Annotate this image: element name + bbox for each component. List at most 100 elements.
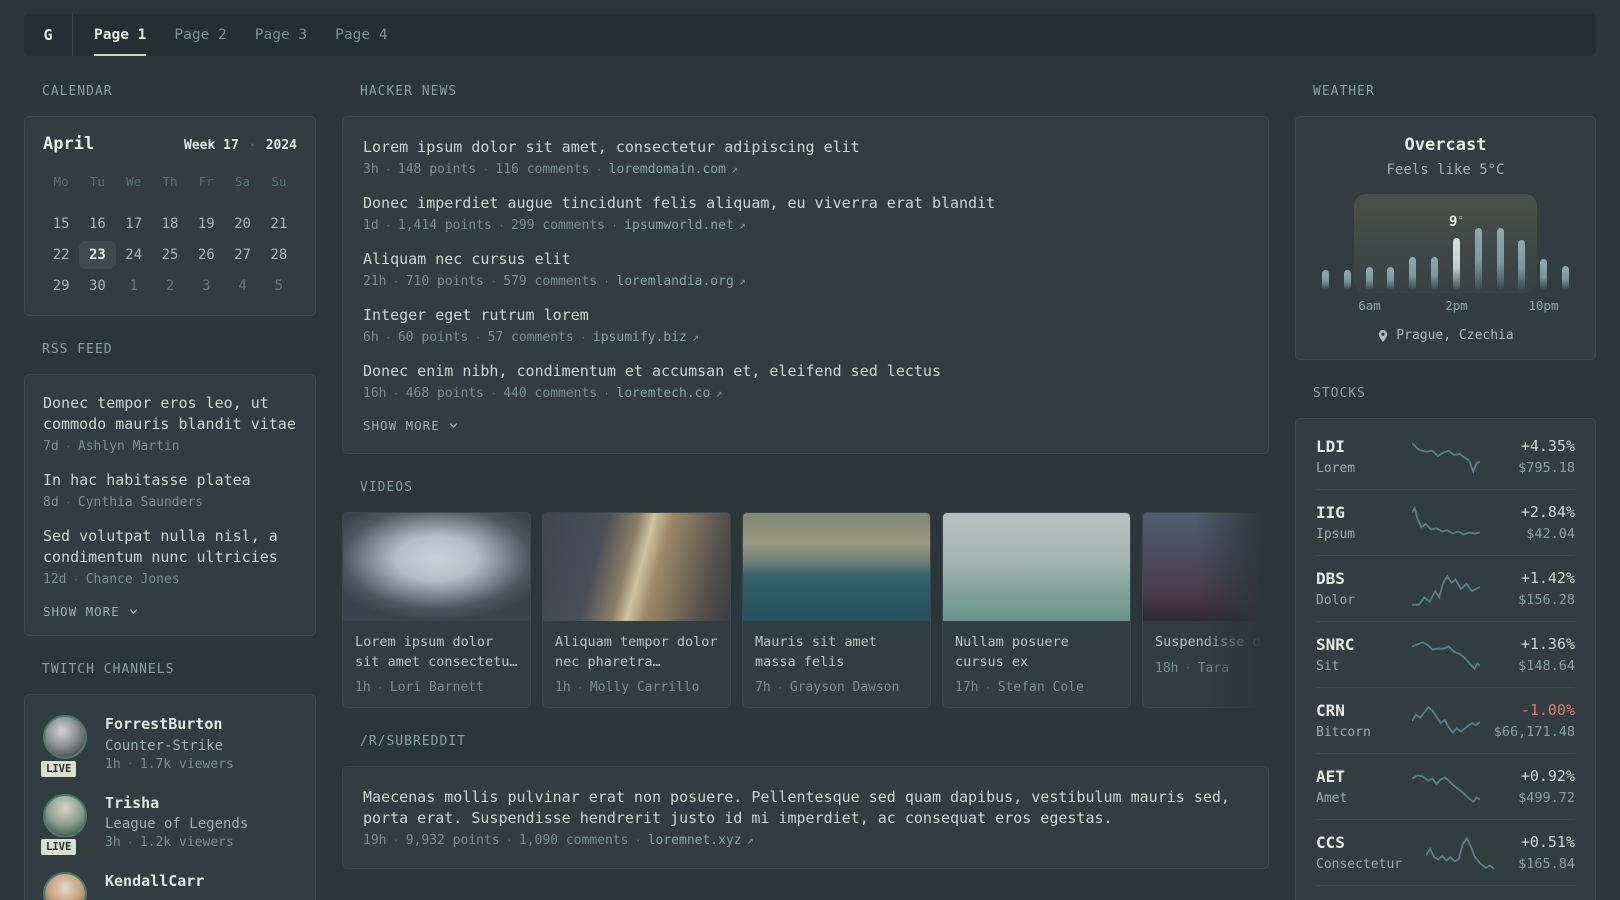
source-link[interactable]: loremlandia.org ↗ [616,274,746,289]
stock-row-iig[interactable]: IIG Ipsum +2.84% $42.04 [1316,489,1575,555]
stock-row-aet[interactable]: AET Amet +0.92% $499.72 [1316,753,1575,819]
separator: · [579,330,587,345]
rss-show-more-button[interactable]: SHOW MORE [43,604,297,619]
show-more-label: SHOW MORE [43,604,120,619]
post-time: 6h [363,330,379,345]
twitch-channel[interactable]: KendallCarr [43,872,297,900]
videos-row: Lorem ipsum dolor sit amet consectetu… 1h… [342,512,1269,709]
stocks-widget: LDI Lorem +4.35% $795.18 IIG Ipsum +2.84% $42.0… [1295,418,1596,900]
source-link[interactable]: loremtech.co ↗ [616,386,722,401]
source-link[interactable]: ipsumworld.net ↗ [624,218,746,233]
source-link[interactable]: ipsumify.biz ↗ [593,330,699,345]
stocks-section-title: STOCKS [1313,386,1366,401]
weather-chart: 9° [1322,194,1569,293]
tab-page-1[interactable]: Page 1 [94,14,147,56]
video-thumbnail[interactable] [1143,513,1269,621]
video-card-body: Aliquam tempor dolor nec pharetra… 1h · Mol… [543,621,730,707]
rss-item-title[interactable]: In hac habitasse platea [43,470,297,491]
video-title[interactable]: Mauris sit amet massa felis [755,633,918,672]
rss-item-title[interactable]: Sed volutpat nulla nisl, a condimentum n… [43,526,297,568]
video-title[interactable]: Nullam posuere cursus ex [955,633,1118,672]
video-thumbnail[interactable] [543,513,730,621]
hn-post-title[interactable]: Integer eget rutrum lorem [363,305,1248,326]
weather-bar [1561,266,1569,290]
subreddit-list: Maecenas mollis pulvinar erat non posuer… [363,787,1248,848]
video-title[interactable]: Suspendisse diam [1155,633,1269,653]
stock-row-snrc[interactable]: SNRC Sit +1.36% $148.64 [1316,621,1575,687]
video-card: Nullam posuere cursus ex 17h · Stefan Cole [942,512,1131,709]
separator: · [1184,661,1192,676]
video-thumbnail[interactable] [743,513,930,621]
hn-post-title[interactable]: Donec enim nibh, condimentum et accumsan… [363,361,1248,382]
hn-post-title[interactable]: Lorem ipsum dolor sit amet, consectetur … [363,137,1248,158]
post-time: 1d [363,218,379,233]
calendar-day: 17 [125,216,143,232]
item-meta: 1h · Molly Carrillo [555,680,718,695]
stock-row-ahs[interactable]: AHS+0.46% [1316,885,1575,900]
stock-sparkline [1412,768,1480,806]
rss-item-title[interactable]: Donec tempor eros leo, ut commodo mauris… [43,393,297,435]
weekday-label: Fr [198,174,214,189]
stock-price: $42.04 [1526,525,1575,542]
calendar-day: 20 [234,216,251,232]
stock-change: +1.42% [1520,569,1575,588]
tab-page-2[interactable]: Page 2 [174,14,226,56]
source-domain: ipsumify.biz [592,330,687,345]
weather-section-title: WEATHER [1313,84,1375,99]
trisha-avatar-image [43,793,87,838]
current-temp-label: 9° [1448,214,1465,230]
stock-change: +4.35% [1520,437,1575,456]
left-column: CALENDAR April Week 17 · 2024 Mo Tu We Th Fr… [24,84,316,900]
hn-post-title[interactable]: Donec imperdiet augue tincidunt felis al… [363,193,1248,214]
stock-name: Bitcorn [1316,725,1371,740]
sparkline-path [1412,707,1480,732]
avatar: LIVE [39,793,89,857]
tab-page-4[interactable]: Page 4 [335,14,387,56]
weather-bar [1365,267,1373,290]
weather-bar [1409,257,1417,290]
video-thumbnail[interactable] [343,513,530,621]
subreddit-post: Maecenas mollis pulvinar erat non posuer… [363,787,1248,848]
source-link[interactable]: loremdomain.com ↗ [609,162,739,177]
item-meta: 19h · 9,932 points · 1,090 comments · loremnet… [363,833,1248,848]
source-link[interactable]: loremnet.xyz ↗ [648,833,754,848]
calendar-days: 15 16 17 18 19 20 21 22 23 24 25 26 27 28 29 30 1 2 3 4 5 [43,210,297,300]
hn-post-title[interactable]: Aliquam nec cursus elit [363,249,1248,270]
stock-row-ldi[interactable]: LDI Lorem +4.35% $795.18 [1316,424,1575,489]
video-title[interactable]: Aliquam tempor dolor nec pharetra… [555,633,718,672]
calendar-day: 19 [197,216,215,232]
tab-page-3[interactable]: Page 3 [255,14,307,56]
video-thumbnail[interactable] [943,513,1130,621]
stock-values: +2.84% $42.04 [1480,503,1575,542]
separator: · [610,218,619,233]
weather-bar [1496,228,1504,290]
stock-identity: CCS Consectetur [1316,833,1426,872]
channel-category: Counter-Strike [105,737,224,754]
hacker-news-show-more-button[interactable]: SHOW MORE [363,418,1248,433]
stock-symbol: SNRC [1316,635,1355,654]
channel-name: ForrestBurton [105,715,223,733]
app-logo[interactable]: G [24,14,72,56]
sparkline-path [1412,775,1480,801]
item-meta: 17h · Stefan Cole [955,680,1118,695]
twitch-channel[interactable]: LIVE Trisha League of Legends 3h · 1.2k viewe… [39,793,297,857]
calendar-week-info: Week 17 · 2024 [184,138,297,153]
twitch-section-title: TWITCH CHANNELS [42,662,175,677]
video-title[interactable]: Lorem ipsum dolor sit amet consectetu… [355,633,518,672]
external-link-icon: ↗ [715,386,723,400]
channel-name: KendallCarr [105,872,205,890]
hacker-news-list: Lorem ipsum dolor sit amet, consectetur … [363,137,1248,401]
twitch-channel[interactable]: LIVE ForrestBurton Counter-Strike 1h · 1.7k v… [39,715,297,779]
separator: · [392,833,400,848]
separator: · [634,833,642,848]
twitch-widget: LIVE ForrestBurton Counter-Strike 1h · 1.7k v… [24,694,316,900]
subreddit-post-title[interactable]: Maecenas mollis pulvinar erat non posuer… [363,787,1248,829]
hacker-news-section: HACKER NEWS Lorem ipsum dolor sit amet, … [342,84,1269,454]
videos-carousel: Lorem ipsum dolor sit amet consectetu… 1h… [342,512,1269,709]
item-meta: 16h · 468 points · 440 comments · loremtech.co… [363,386,1248,401]
stock-row-ccs[interactable]: CCS Consectetur +0.51% $165.84 [1316,819,1575,885]
live-badge: LIVE [39,758,79,779]
stock-row-crn[interactable]: CRN Bitcorn -1.00% $66,171.48 [1316,687,1575,753]
stock-name: Sit [1316,659,1340,674]
stock-row-dbs[interactable]: DBS Dolor +1.42% $156.28 [1316,555,1575,621]
